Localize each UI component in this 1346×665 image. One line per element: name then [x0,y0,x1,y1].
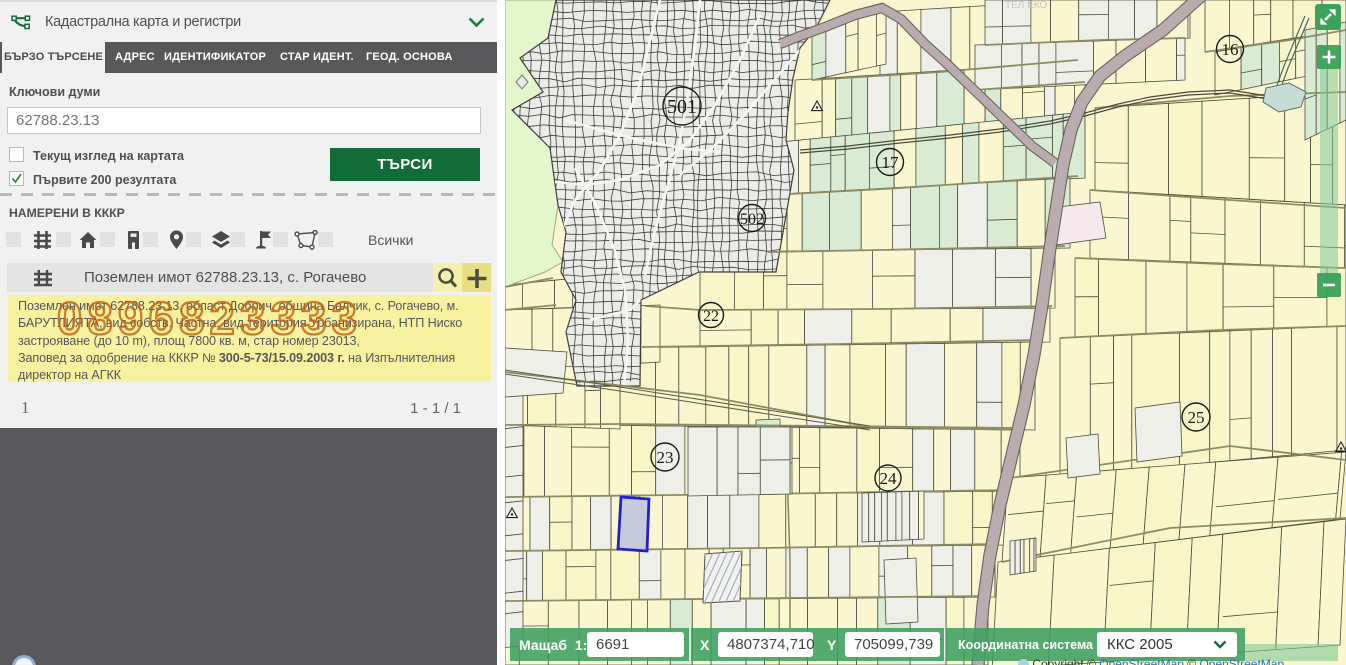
svg-text:501: 501 [667,96,697,118]
svg-text:22: 22 [703,308,719,325]
svg-text:24: 24 [880,469,898,488]
svg-text:23: 23 [657,448,674,467]
svg-text:17: 17 [882,153,900,172]
svg-text:0896823333: 0896823333 [57,295,362,344]
svg-text:ТЕЛ ЕКО: ТЕЛ ЕКО [1005,0,1048,11]
svg-text:16: 16 [1222,40,1239,59]
svg-text:502: 502 [740,211,764,228]
svg-text:25: 25 [1188,408,1205,427]
